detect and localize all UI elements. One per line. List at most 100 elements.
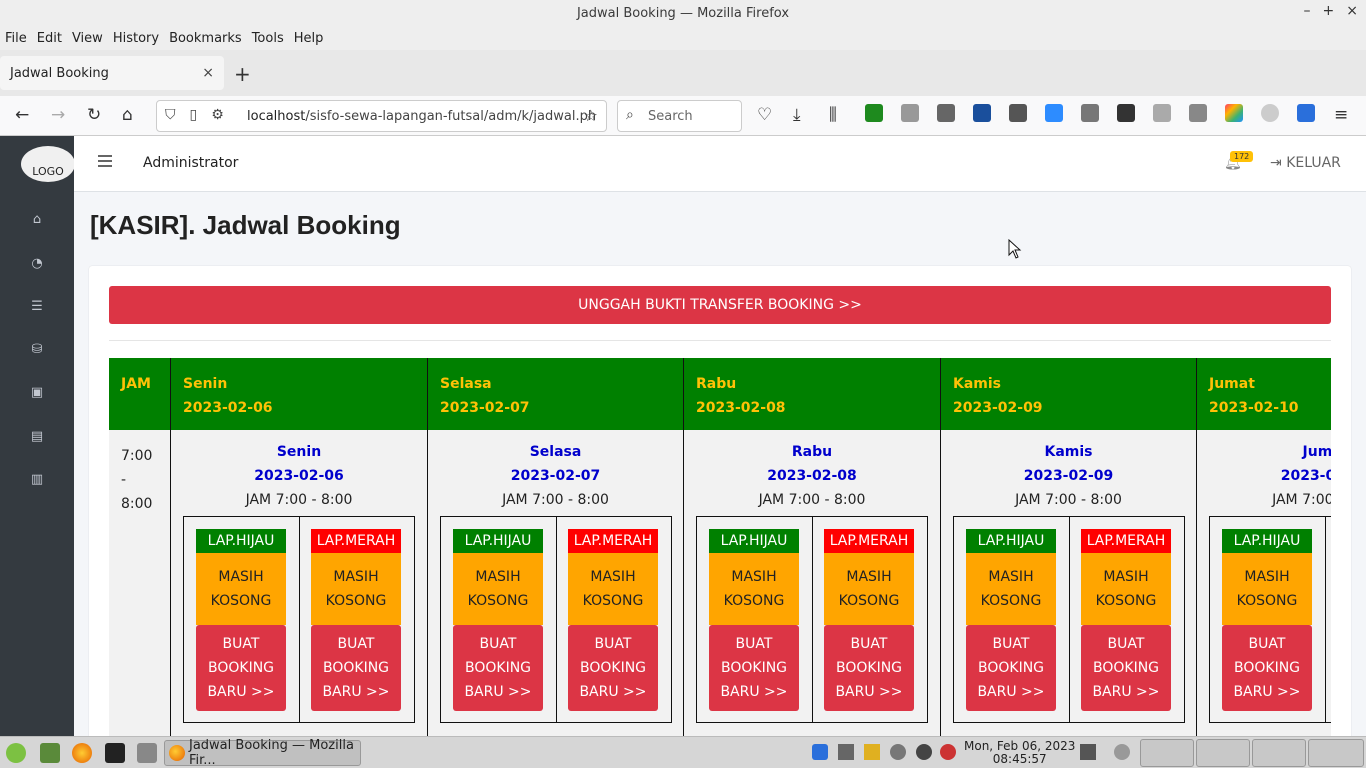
menu-bookmarks[interactable]: Bookmarks	[169, 31, 242, 46]
globe-icon[interactable]	[1153, 104, 1171, 122]
menu-view[interactable]: View	[72, 31, 103, 46]
home-icon[interactable]: ⌂	[122, 105, 133, 125]
extension-grid-icon[interactable]	[1009, 104, 1027, 122]
library-icon[interactable]: ⫼	[829, 105, 837, 125]
extension-misc-icon[interactable]	[1189, 104, 1207, 122]
lap-hijau-slot: LAP.HIJAU MASIH KOSONG BUAT BOOKING BARU >>	[966, 529, 1056, 711]
tab-close-icon[interactable]: ×	[202, 65, 214, 81]
update-warning-icon[interactable]	[940, 744, 956, 760]
menu-help[interactable]: Help	[294, 31, 324, 46]
volume-icon[interactable]	[890, 744, 906, 760]
menu-file[interactable]: File	[5, 31, 27, 46]
create-booking-button[interactable]: BUAT BOOKING BARU >>	[568, 625, 658, 711]
status-line: MASIH	[218, 569, 264, 585]
slot-status: MASIH KOSONG	[1081, 553, 1171, 625]
day-name: Senin	[276, 444, 322, 460]
header-day-name: Selasa	[440, 376, 492, 392]
bluetooth-icon[interactable]	[812, 744, 828, 760]
show-desktop-icon[interactable]	[40, 743, 60, 763]
money-icon[interactable]: ▣	[26, 383, 48, 401]
clock[interactable]: Mon, Feb 06, 2023 08:45:57	[964, 740, 1075, 766]
create-booking-button[interactable]: BUAT BOOKING BARU >>	[196, 625, 286, 711]
maximize-button[interactable]: +	[1323, 3, 1335, 19]
create-booking-button[interactable]: BUAT BOOKING BARU >>	[311, 625, 401, 711]
archive-icon[interactable]: ▥	[26, 470, 48, 488]
downloads-icon[interactable]: ⤓	[793, 105, 801, 125]
btn-line: BUAT	[1248, 636, 1286, 652]
workspace-3[interactable]	[1252, 739, 1306, 767]
lap-hijau-label: LAP.HIJAU	[453, 529, 543, 553]
create-booking-button[interactable]: BUAT BOOKING BARU >>	[1222, 625, 1312, 711]
reload-icon[interactable]: ↻	[87, 105, 101, 125]
list-icon[interactable]: ☰	[26, 297, 48, 315]
network-icon[interactable]	[838, 744, 854, 760]
clock-time: 08:45:57	[992, 752, 1047, 766]
create-booking-button[interactable]: BUAT BOOKING BARU >>	[824, 625, 914, 711]
create-booking-button[interactable]: BUAT BOOKING BARU >>	[966, 625, 1056, 711]
url-bar[interactable]: ⛉ ▯ ⚙ localhost/sisfo-sewa-lapangan-futs…	[156, 100, 607, 132]
day-name: Selasa	[529, 444, 582, 460]
tab-jadwal-booking[interactable]: Jadwal Booking ×	[0, 56, 224, 90]
day-date: 2023-02-07	[510, 468, 601, 484]
logo[interactable]: LOGO	[21, 146, 75, 182]
menu-history[interactable]: History	[113, 31, 159, 46]
book-icon[interactable]: ▤	[26, 427, 48, 445]
create-booking-button[interactable]: BUAT BOOKING BARU >>	[453, 625, 543, 711]
permissions-icon[interactable]: ⚙	[211, 107, 224, 123]
workspace-1[interactable]	[1140, 739, 1194, 767]
search-icon: ⌕	[626, 107, 634, 123]
search-placeholder: Search	[648, 108, 693, 124]
back-icon[interactable]: ←	[15, 105, 29, 125]
shield-icon[interactable]: ⛉	[165, 107, 176, 123]
battery-icon[interactable]	[1080, 744, 1096, 760]
record-extension-icon[interactable]	[1261, 104, 1279, 122]
menu-tools[interactable]: Tools	[252, 31, 284, 46]
new-tab-button[interactable]: +	[234, 62, 251, 86]
status-line: MASIH	[333, 569, 379, 585]
workspace-icon[interactable]	[1114, 744, 1130, 760]
workspace-2[interactable]	[1196, 739, 1250, 767]
colorful-extension-icon[interactable]	[1225, 104, 1243, 122]
forward-icon[interactable]: →	[51, 105, 65, 125]
hamburger-menu-icon[interactable]: ≡	[1334, 105, 1348, 125]
menu-edit[interactable]: Edit	[37, 31, 62, 46]
lap-hijau-slot: LAP.HIJAU MASIH KOSONG BUAT BOOKING BARU >>	[196, 529, 286, 711]
bookmark-star-icon[interactable]: ☆	[584, 106, 598, 125]
lap-hijau-label: LAP.HIJAU	[966, 529, 1056, 553]
zoom-extension-icon[interactable]	[1045, 104, 1063, 122]
status-line: MASIH	[846, 569, 892, 585]
tray-app-icon[interactable]	[864, 744, 880, 760]
download-extension-icon[interactable]	[1297, 104, 1315, 122]
sidebar-toggle-icon[interactable]	[98, 155, 112, 167]
logout-link[interactable]: ⇥ KELUAR	[1270, 155, 1341, 171]
slot-divider	[556, 517, 557, 722]
minimize-button[interactable]: –	[1304, 3, 1311, 19]
firefox-launcher-icon[interactable]	[72, 743, 92, 763]
files-icon[interactable]	[137, 743, 157, 763]
extension-grey-icon[interactable]	[901, 104, 919, 122]
mint-menu-icon[interactable]	[6, 743, 26, 763]
bluetooth-tray-icon[interactable]	[916, 744, 932, 760]
reader-icon[interactable]	[937, 104, 955, 122]
day-cell: Selasa 2023-02-07 JAM 7:00 - 8:00 LAP.HI…	[428, 430, 684, 736]
time-end: 8:00	[121, 496, 153, 512]
lock-extension-icon[interactable]	[1081, 104, 1099, 122]
terminal-icon[interactable]	[105, 743, 125, 763]
extension-download-icon[interactable]	[973, 104, 991, 122]
search-input[interactable]: ⌕ Search	[617, 100, 742, 132]
workspace-4[interactable]	[1308, 739, 1364, 767]
dashboard-icon[interactable]: ◔	[26, 254, 48, 272]
close-window-button[interactable]: ×	[1346, 3, 1358, 19]
lap-merah-label: LAP.MERAH	[824, 529, 914, 553]
create-booking-button[interactable]: BUAT BOOKING BARU >>	[709, 625, 799, 711]
home-icon[interactable]: ⌂	[26, 210, 48, 228]
upload-transfer-button[interactable]: UNGGAH BUKTI TRANSFER BOOKING >>	[109, 286, 1331, 324]
extension-green-arrow-icon[interactable]	[865, 104, 883, 122]
database-icon[interactable]: ⛁	[26, 340, 48, 358]
taskbar-firefox-window[interactable]: Jadwal Booking — Mozilla Fir...	[164, 738, 361, 768]
create-booking-button[interactable]: BUAT BOOKING BARU >>	[1081, 625, 1171, 711]
divider	[109, 340, 1331, 341]
day-name: Jumat	[1302, 444, 1331, 460]
pocket-icon[interactable]: ♡	[757, 105, 772, 125]
qr-code-icon[interactable]	[1117, 104, 1135, 122]
